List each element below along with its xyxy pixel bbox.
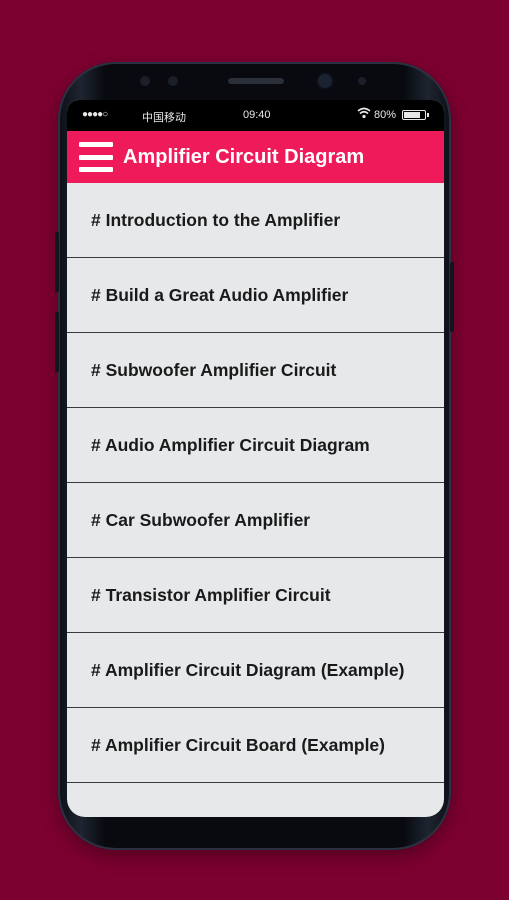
list-item[interactable]: # Subwoofer Amplifier Circuit — [67, 333, 444, 408]
battery-percent: 80% — [374, 109, 397, 121]
list-item[interactable]: # Transistor Amplifier Circuit — [67, 558, 444, 633]
list-item[interactable]: # Amplifier Circuit Diagram (Example) — [67, 633, 444, 708]
list-item-label: # Transistor Amplifier Circuit — [91, 584, 331, 605]
list-item-label: # Amplifier Circuit Board (Example) — [91, 734, 385, 755]
hamburger-menu-icon[interactable] — [79, 142, 113, 172]
app-bar: Amplifier Circuit Diagram — [67, 131, 444, 183]
app-title: Amplifier Circuit Diagram — [123, 145, 365, 168]
phone-side-button — [55, 312, 59, 372]
list-item[interactable]: # Amplifier Circuit Board (Example) — [67, 708, 444, 783]
list-item-label: # Audio Amplifier Circuit Diagram — [91, 434, 370, 455]
sensor-icon — [140, 76, 150, 86]
carrier-name: 中国移动 — [142, 112, 186, 124]
list-item[interactable]: # Car Subwoofer Amplifier — [67, 483, 444, 558]
list-item-label: # Subwoofer Amplifier Circuit — [91, 359, 337, 380]
list-item-label: # Build a Great Audio Amplifier — [91, 284, 349, 305]
front-camera-icon — [318, 74, 332, 88]
signal-strength-icon: ●●●●○ — [82, 109, 108, 120]
list-item-label: # Introduction to the Amplifier — [91, 209, 341, 230]
list-item[interactable]: # Build a Great Audio Amplifier — [67, 258, 444, 333]
list-item-label: # Amplifier Circuit Diagram (Example) — [91, 659, 405, 680]
topic-list: # Introduction to the Amplifier # Build … — [67, 183, 444, 783]
sensor-icon — [358, 77, 366, 85]
battery-icon — [402, 110, 429, 120]
list-item[interactable]: # Introduction to the Amplifier — [67, 183, 444, 258]
status-time: 09:40 — [243, 109, 271, 121]
phone-side-button — [55, 232, 59, 292]
status-bar: ●●●●○ 中国移动 09:40 80% — [67, 100, 444, 131]
wifi-icon — [357, 107, 371, 122]
phone-side-button — [450, 262, 454, 332]
app-screen: ●●●●○ 中国移动 09:40 80% Amplifier Circuit D… — [67, 100, 444, 817]
list-item[interactable]: # Audio Amplifier Circuit Diagram — [67, 408, 444, 483]
earpiece-speaker — [228, 78, 284, 84]
sensor-icon — [168, 76, 178, 86]
list-item-label: # Car Subwoofer Amplifier — [91, 509, 311, 530]
